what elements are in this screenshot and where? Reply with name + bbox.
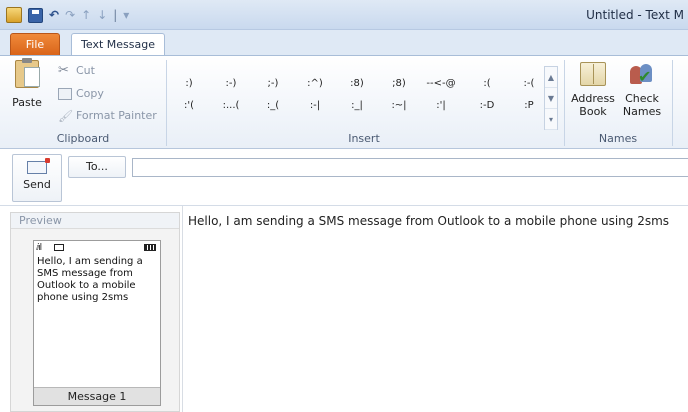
check-names-button[interactable]: ✔ Check Names <box>620 62 664 118</box>
emoticon-button[interactable]: :-( <box>514 78 544 89</box>
check-names-icon: ✔ <box>628 62 656 86</box>
preview-pane: Preview ⅈıl Hello, I am sending a SMS me… <box>10 212 180 412</box>
quick-access-toolbar: ↶ ↷ ↑ ↓ | ▾ <box>6 7 129 23</box>
save-icon[interactable] <box>28 7 43 23</box>
emoticon-button[interactable]: :^) <box>300 78 330 89</box>
copy-icon <box>58 87 72 100</box>
copy-label: Copy <box>76 87 104 100</box>
preview-header: Preview <box>11 213 179 229</box>
send-icon <box>27 158 50 174</box>
tab-text-message[interactable]: Text Message <box>71 33 165 57</box>
address-book-label-2: Book <box>579 105 607 118</box>
format-painter-button[interactable]: 🖌 Format Painter <box>58 109 157 122</box>
emoticon-button[interactable]: :'( <box>174 100 204 111</box>
address-book-icon <box>580 62 606 86</box>
clipboard-group-label: Clipboard <box>56 132 110 145</box>
emoticon-button[interactable]: :( <box>472 78 502 89</box>
copy-button[interactable]: Copy <box>58 87 104 100</box>
compose-header: Send To... <box>0 150 688 206</box>
emoticon-button[interactable]: :_| <box>342 100 372 111</box>
battery-icon <box>144 244 156 251</box>
cut-button[interactable]: ✂ Cut <box>58 62 95 78</box>
send-button[interactable]: Send <box>12 154 62 202</box>
phone-message-text: Hello, I am sending a SMS message from O… <box>37 256 143 303</box>
qat-separator: | <box>113 8 118 22</box>
pane-divider <box>182 206 183 412</box>
undo-icon[interactable]: ↶ <box>49 8 59 22</box>
up-arrow-icon[interactable]: ↑ <box>81 8 91 22</box>
check-names-label-2: Names <box>622 105 662 118</box>
scissors-icon: ✂ <box>58 62 69 78</box>
paste-label: Paste <box>12 96 42 109</box>
tab-file[interactable]: File <box>10 33 60 55</box>
emoticon-button[interactable]: :...( <box>216 100 246 111</box>
emoticon-button[interactable]: :P <box>514 100 544 111</box>
insert-group-label: Insert <box>348 132 380 145</box>
to-button[interactable]: To... <box>68 156 126 178</box>
down-arrow-icon[interactable]: ↓ <box>97 8 107 22</box>
emoticon-button[interactable]: :8) <box>342 78 372 89</box>
emoticon-button[interactable]: --<-@ <box>426 78 456 89</box>
emoticon-button[interactable]: :~| <box>384 100 414 111</box>
group-divider <box>564 60 565 146</box>
gallery-scroller[interactable]: ▲ ▼ ▾ <box>544 66 558 130</box>
customize-qat-icon[interactable]: ▾ <box>123 8 129 22</box>
address-book-button[interactable]: Address Book <box>568 62 618 118</box>
emoticon-button[interactable]: :-) <box>216 78 246 89</box>
emoticon-button[interactable]: ;8) <box>384 78 414 89</box>
window-title: Untitled - Text M <box>586 8 684 22</box>
ribbon-tab-row: File Text Message <box>0 30 688 57</box>
emoticon-button[interactable]: :) <box>174 78 204 89</box>
gallery-up-icon[interactable]: ▲ <box>545 67 557 88</box>
cut-label: Cut <box>76 64 95 77</box>
send-label: Send <box>23 178 51 191</box>
names-group-label: Names <box>598 132 638 145</box>
gallery-down-icon[interactable]: ▼ <box>545 88 557 109</box>
phone-preview: ⅈıl Hello, I am sending a SMS message fr… <box>33 240 161 406</box>
emoticon-button[interactable]: :-D <box>472 100 502 111</box>
envelope-icon <box>54 244 64 251</box>
to-field[interactable] <box>132 158 688 177</box>
paste-icon <box>15 58 40 88</box>
message-body[interactable]: Hello, I am sending a SMS message from O… <box>188 214 688 228</box>
gallery-more-icon[interactable]: ▾ <box>545 109 557 130</box>
group-divider <box>672 60 673 146</box>
ribbon: Paste ✂ Cut Copy 🖌 Format Painter Clipbo… <box>0 55 688 149</box>
title-bar: ↶ ↷ ↑ ↓ | ▾ Untitled - Text M <box>0 0 688 30</box>
redo-icon[interactable]: ↷ <box>65 8 75 22</box>
message-counter: Message 1 <box>34 387 160 405</box>
address-book-label-1: Address <box>571 92 615 105</box>
emoticon-button[interactable]: :-| <box>300 100 330 111</box>
phone-status-bar: ⅈıl <box>36 243 158 253</box>
format-painter-label: Format Painter <box>76 109 157 122</box>
signal-icon: ⅈıl <box>36 243 42 253</box>
emoticon-button[interactable]: :_( <box>258 100 288 111</box>
format-painter-icon: 🖌 <box>58 108 74 123</box>
emoticon-button[interactable]: :'| <box>426 100 456 111</box>
emoticon-button[interactable]: ;-) <box>258 78 288 89</box>
outlook-app-icon[interactable] <box>6 7 22 23</box>
check-names-label-1: Check <box>625 92 659 105</box>
paste-button[interactable]: Paste <box>6 58 48 120</box>
